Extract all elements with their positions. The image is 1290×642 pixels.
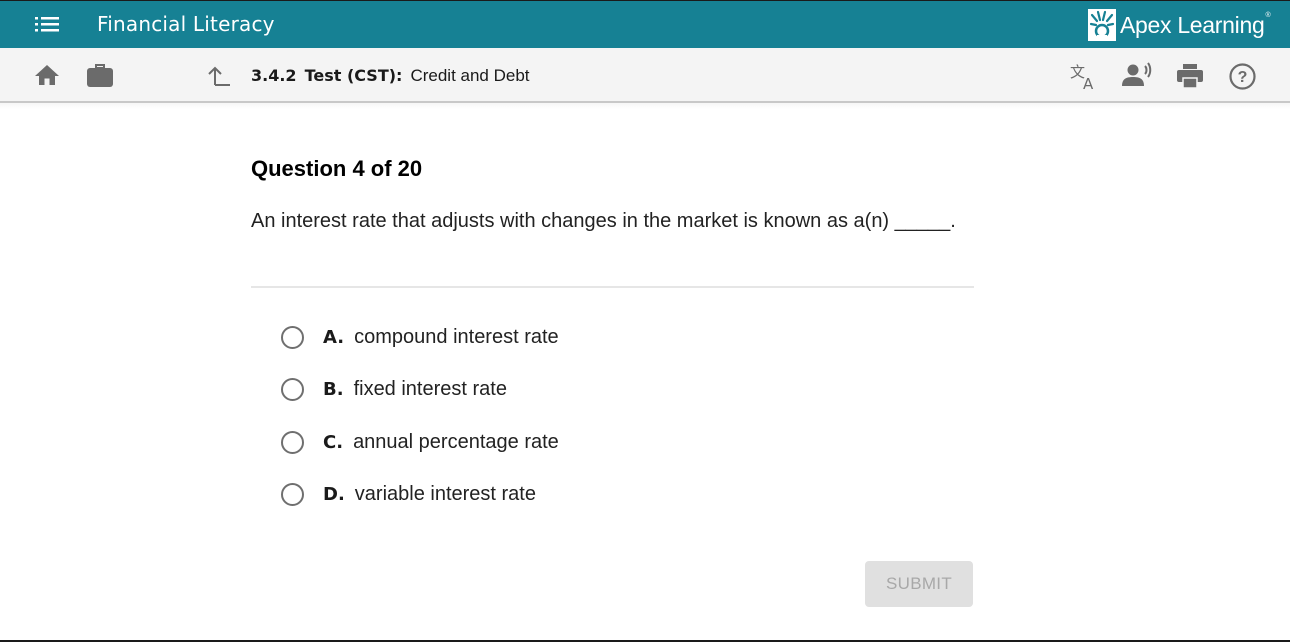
option-letter: A. [323,326,345,348]
app-title: Financial Literacy [97,12,275,36]
brand-name: Apex Learning® [1120,11,1271,38]
question-divider [251,286,974,288]
breadcrumb: 3.4.2 Test (CST): Credit and Debt [251,66,530,86]
answer-option-d[interactable]: D. variable interest rate [281,479,536,509]
print-icon[interactable] [1176,63,1204,89]
submit-button[interactable]: SUBMIT [865,561,973,607]
question-text: An interest rate that adjusts with chang… [251,210,956,232]
home-icon[interactable] [34,64,60,86]
option-letter: C. [323,431,344,453]
brand-logo: Apex Learning® [1088,7,1271,43]
briefcase-icon[interactable] [86,63,114,88]
read-aloud-icon[interactable] [1121,62,1153,88]
app-header: Financial Literacy Apex Learning® [0,1,1290,48]
apex-logo-icon [1088,9,1116,41]
radio-button[interactable] [281,325,304,349]
answer-option-c[interactable]: C. annual percentage rate [281,427,559,457]
option-text: fixed interest rate [353,377,507,400]
activity-type: Test (CST): [304,66,403,85]
course-toolbar: 3.4.2 Test (CST): Credit and Debt 文 A ? [0,48,1290,103]
option-letter: B. [323,378,344,400]
radio-button[interactable] [281,482,304,506]
option-letter: D. [323,483,345,505]
translate-icon[interactable]: 文 A [1069,62,1099,90]
svg-text:?: ? [1238,69,1248,86]
help-icon[interactable]: ? [1229,63,1256,90]
answer-option-a[interactable]: A. compound interest rate [281,322,559,352]
question-heading: Question 4 of 20 [251,156,423,181]
option-text: annual percentage rate [353,430,559,453]
lesson-number: 3.4.2 [251,66,297,85]
option-text: compound interest rate [354,325,559,348]
svg-text:A: A [1083,75,1094,90]
option-text: variable interest rate [354,482,536,505]
toolbar-shadow [0,103,1290,109]
up-arrow-icon[interactable] [205,65,231,87]
radio-button[interactable] [281,377,304,401]
answer-option-b[interactable]: B. fixed interest rate [281,374,507,404]
activity-title: Credit and Debt [410,66,530,85]
list-menu-icon[interactable] [34,14,60,34]
radio-button[interactable] [281,430,304,454]
